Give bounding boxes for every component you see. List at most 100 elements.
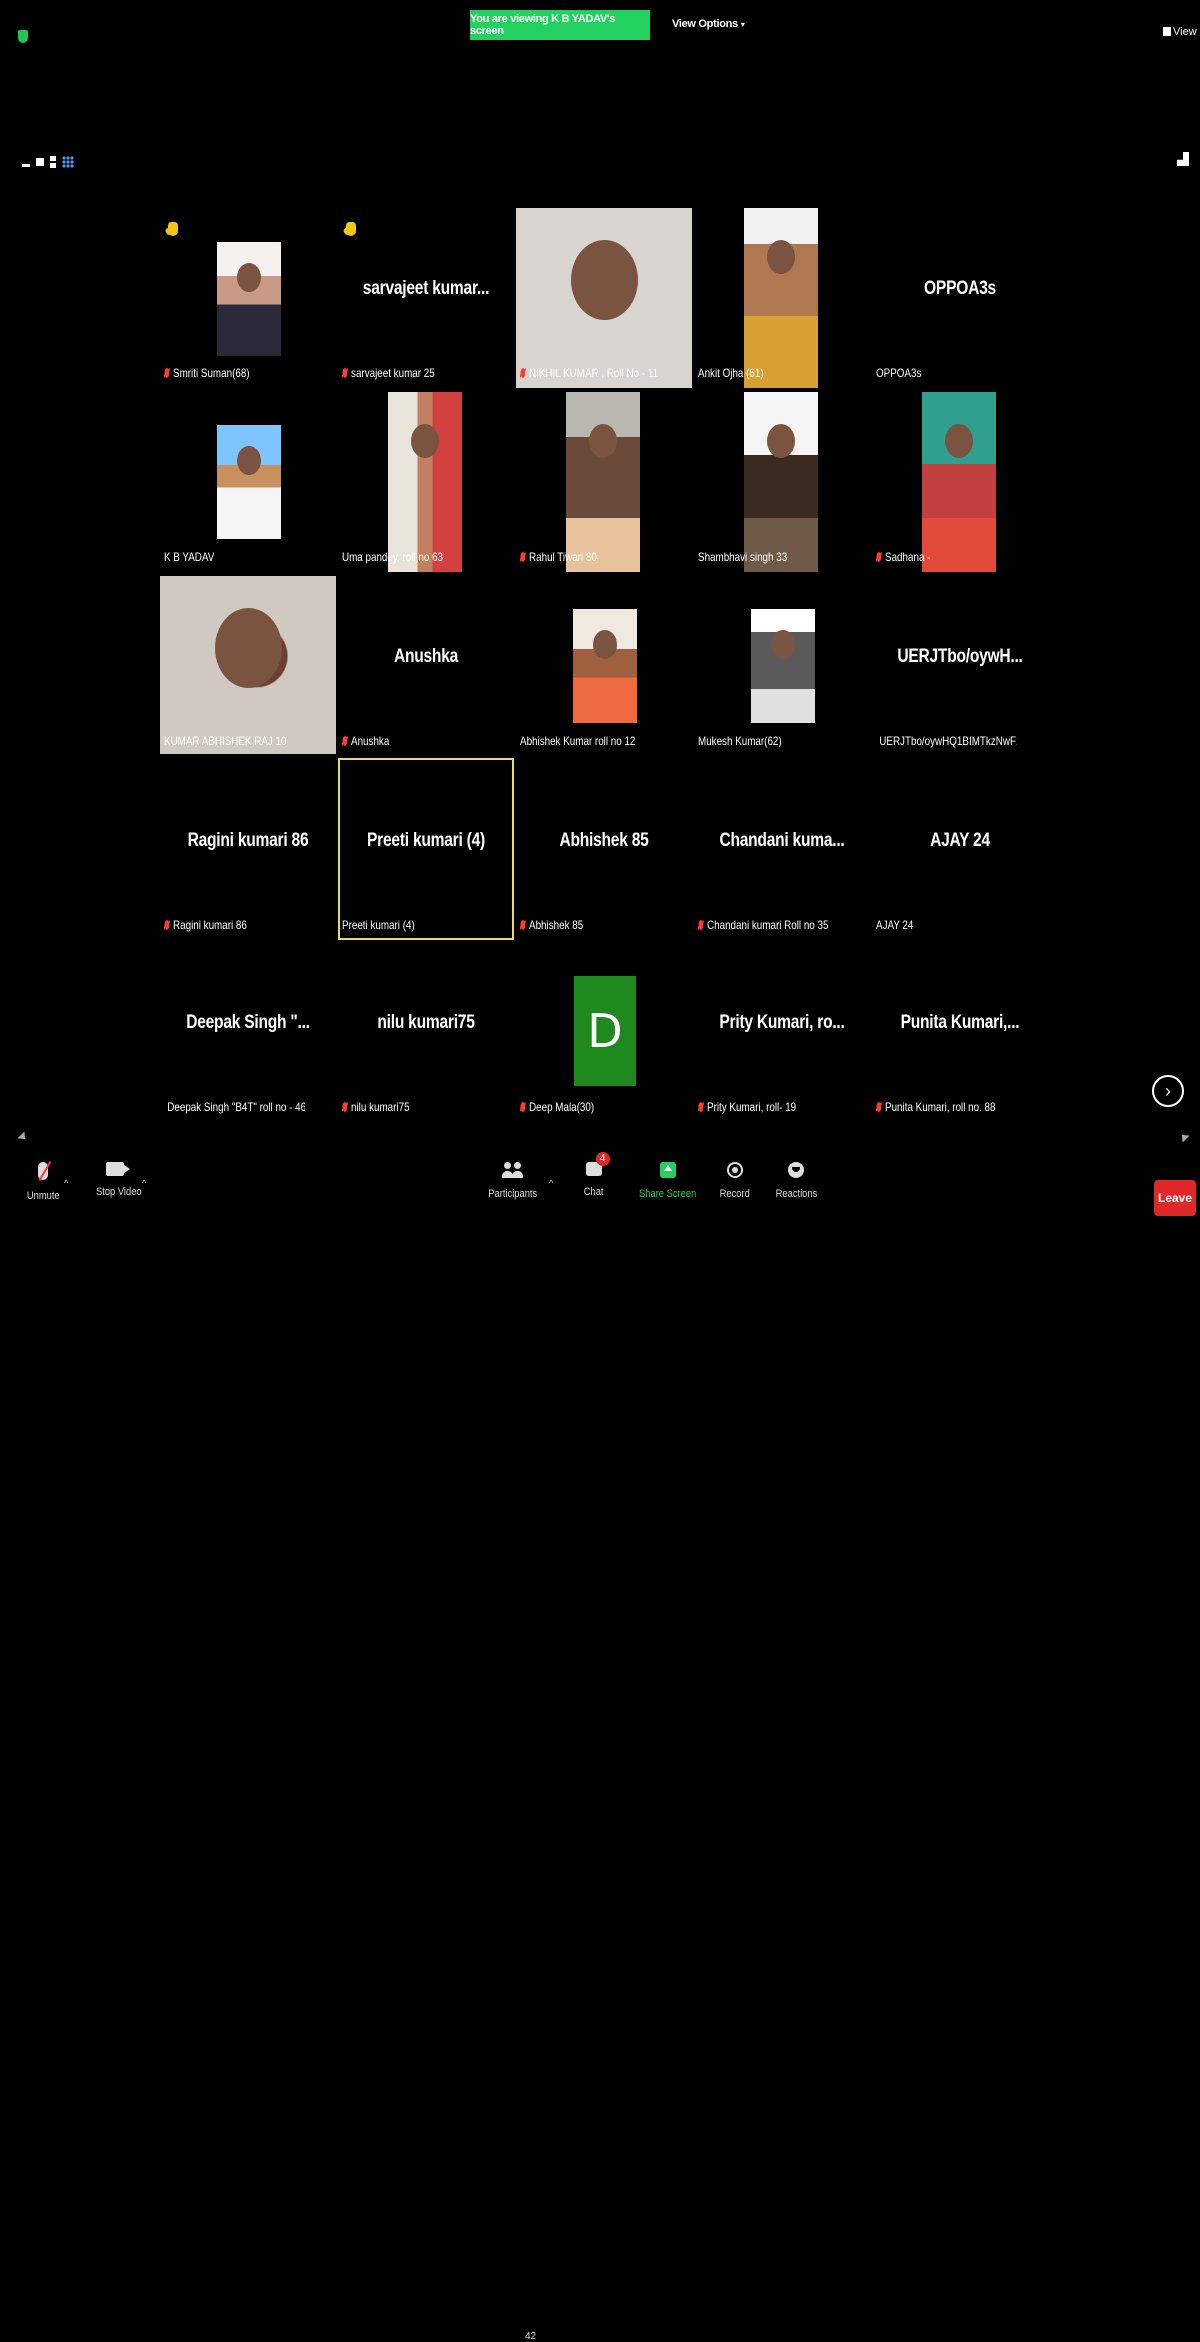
participant-tile[interactable]: Ragini kumari 86 Ragini kumari 86: [160, 758, 336, 940]
muted-mic-icon: [698, 919, 704, 931]
leave-button[interactable]: Leave: [1154, 1180, 1196, 1216]
raised-hand-icon: [166, 218, 180, 240]
viewing-screen-banner: You are viewing K B YADAV's screen: [470, 10, 650, 40]
encryption-shield-icon[interactable]: [18, 30, 28, 43]
participant-name: Uma pandey, roll no 63: [342, 550, 444, 564]
muted-mic-icon: [342, 367, 348, 379]
participant-name: Smriti Suman(68): [173, 366, 250, 380]
participant-name-label: Prity Kumari, roll- 19: [698, 1100, 796, 1114]
participant-display-name: UERJTbo/oywH...: [897, 646, 1023, 667]
view-button[interactable]: View: [1163, 26, 1197, 38]
stop-video-button[interactable]: Stop Video: [92, 1162, 146, 1198]
participant-tile[interactable]: Preeti kumari (4) Preeti kumari (4): [338, 758, 514, 940]
participants-label: Participants: [488, 1188, 538, 1200]
reactions-button[interactable]: Reactions: [772, 1162, 821, 1200]
participants-caret[interactable]: ^: [549, 1178, 553, 1188]
share-screen-icon: [659, 1162, 676, 1178]
muted-mic-icon: [876, 551, 882, 563]
participant-tile[interactable]: Deepak Singh "... Deepak Singh "B4T" roll…: [160, 940, 336, 1122]
participant-name-label: Uma pandey, roll no 63: [342, 550, 443, 564]
participant-tile[interactable]: Prity Kumari, ro... Prity Kumari, roll- 1…: [694, 940, 870, 1122]
participant-tile[interactable]: Shambhavi singh 33: [694, 390, 870, 572]
side-by-side-icon[interactable]: [50, 156, 56, 168]
participant-name: UERJTbo/oywHQ1BIMTkzNwF1AA...: [879, 734, 1017, 748]
unmute-button[interactable]: Unmute: [24, 1162, 63, 1202]
participant-video: [744, 392, 818, 572]
participant-tile[interactable]: Anushka Anushka: [338, 574, 514, 756]
participant-tile[interactable]: Rahul Tiwari 80: [516, 390, 692, 572]
participant-tile[interactable]: NIKHIL KUMAR , Roll No - 11: [516, 206, 692, 388]
participant-name: Deep Mala(30): [529, 1100, 595, 1114]
participant-video: [573, 609, 637, 723]
chat-button[interactable]: 4 Chat: [582, 1152, 610, 1198]
participant-name-label: Chandani kumari Roll no 35: [698, 918, 828, 932]
chat-unread-badge: 4: [595, 1152, 610, 1166]
participant-video: [217, 242, 281, 356]
participant-video: [922, 392, 996, 572]
participant-name-label: K B YADAV: [164, 550, 214, 564]
participant-video: [388, 392, 462, 572]
chat-icon: 4: [585, 1152, 610, 1176]
participant-face: [771, 630, 795, 659]
camera-icon: [106, 1162, 130, 1176]
participant-tile[interactable]: OPPOA3s OPPOA3s: [872, 206, 1048, 388]
view-options-label: View Options: [672, 18, 738, 30]
participant-name: OPPOA3s: [876, 366, 922, 380]
participant-tile[interactable]: Abhishek 85 Abhishek 85: [516, 758, 692, 940]
record-button[interactable]: Record: [717, 1162, 752, 1200]
muted-mic-icon: [520, 1101, 526, 1113]
muted-mic-icon: [342, 1101, 348, 1113]
participant-tile[interactable]: nilu kumari75 nilu kumari75: [338, 940, 514, 1122]
participant-face: [589, 424, 617, 458]
participant-name: Ankit Ojha (61): [698, 366, 764, 380]
exit-fullscreen-icon[interactable]: [1177, 152, 1189, 166]
muted-mic-icon: [876, 1101, 882, 1113]
participant-name-label: Deep Mala(30): [520, 1100, 594, 1114]
participant-name: AJAY 24: [876, 918, 914, 932]
participant-tile[interactable]: Uma pandey, roll no 63: [338, 390, 514, 572]
gallery-view-icon[interactable]: [62, 156, 74, 168]
participant-tile[interactable]: Punita Kumari,... Punita Kumari, roll no.…: [872, 940, 1048, 1122]
layout-switcher: [22, 155, 74, 169]
chevron-down-icon: ▾: [740, 20, 745, 29]
unmute-label: Unmute: [26, 1190, 60, 1202]
participant-tile[interactable]: KUMAR ABHISHEK RAJ 10: [160, 574, 336, 756]
participant-tile[interactable]: sarvajeet kumar... sarvajeet kumar 25: [338, 206, 514, 388]
view-options-button[interactable]: View Options ▾: [672, 18, 745, 30]
participant-tile[interactable]: Abhishek Kumar roll no 12: [516, 574, 692, 756]
next-page-button[interactable]: ›: [1152, 1075, 1184, 1107]
record-icon: [726, 1162, 743, 1178]
participant-tile[interactable]: K B YADAV: [160, 390, 336, 572]
video-options-caret[interactable]: ^: [142, 1178, 146, 1188]
participant-video: [516, 208, 692, 388]
participant-tile[interactable]: Smriti Suman(68): [160, 206, 336, 388]
participant-name-label: Punita Kumari, roll no. 88: [876, 1100, 996, 1114]
participants-count: 42: [525, 2331, 537, 2342]
share-screen-button[interactable]: Share Screen: [634, 1162, 701, 1200]
audio-options-caret[interactable]: ^: [64, 1178, 68, 1188]
muted-mic-icon: [520, 919, 526, 931]
participant-tile[interactable]: Chandani kuma... Chandani kumari Roll no …: [694, 758, 870, 940]
participant-display-name: Abhishek 85: [559, 830, 649, 851]
participants-button[interactable]: Participants: [484, 1162, 541, 1200]
meeting-toolbar: Unmute ^ Stop Video ^ Participants 42 ^ …: [0, 1150, 1200, 2342]
participant-name-label: Smriti Suman(68): [164, 366, 250, 380]
participant-tile[interactable]: Ankit Ojha (61): [694, 206, 870, 388]
participant-name: Prity Kumari, roll- 19: [707, 1100, 797, 1114]
participant-tile[interactable]: AJAY 24 AJAY 24: [872, 758, 1048, 940]
participant-name-label: nilu kumari75: [342, 1100, 410, 1114]
muted-mic-icon: [520, 367, 526, 379]
participant-tile[interactable]: Sadhana -: [872, 390, 1048, 572]
participant-display-name: Deepak Singh "...: [186, 1012, 310, 1033]
speaker-view-icon[interactable]: [36, 158, 44, 166]
minimize-icon[interactable]: [22, 163, 30, 167]
participant-name: Mukesh Kumar(62): [698, 734, 782, 748]
participant-name-label: Sadhana -: [876, 550, 930, 564]
participant-name: Rahul Tiwari 80: [529, 550, 597, 564]
participant-video: [217, 425, 281, 539]
participant-tile[interactable]: UERJTbo/oywH... UERJTbo/oywHQ1BIMTkzNwF1A…: [872, 574, 1048, 756]
participant-name: Abhishek 85: [529, 918, 584, 932]
participant-tile[interactable]: Mukesh Kumar(62): [694, 574, 870, 756]
participant-display-name: AJAY 24: [930, 830, 990, 851]
participant-name: Shambhavi singh 33: [698, 550, 788, 564]
